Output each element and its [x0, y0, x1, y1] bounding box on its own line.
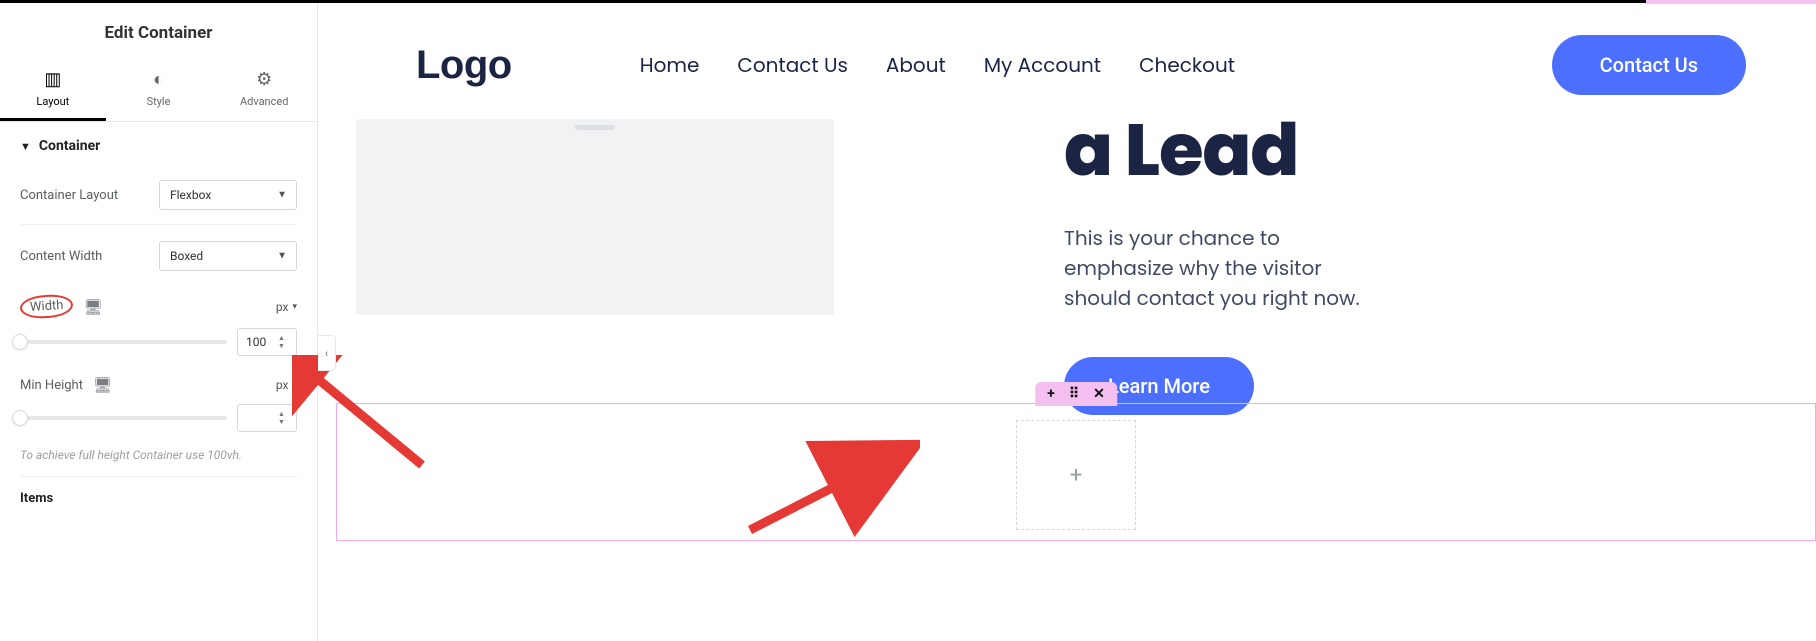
- width-value: 100: [246, 335, 266, 349]
- min-height-slider[interactable]: [20, 416, 227, 420]
- container-section: ▼ Container Container Layout Flexbox ▼ C…: [0, 122, 317, 522]
- close-section-button[interactable]: ✕: [1093, 386, 1105, 402]
- tab-advanced[interactable]: ⚙ Advanced: [211, 59, 317, 121]
- min-height-unit: px: [276, 378, 289, 392]
- min-height-slider-wrap: ▲▼: [20, 404, 297, 432]
- selected-container[interactable]: + ⠿ ✕ +: [336, 403, 1816, 541]
- chevron-down-icon: ▼: [277, 251, 287, 262]
- hero-text-block: a Lead This is your chance to emphasize …: [1064, 115, 1746, 415]
- hero-heading[interactable]: a Lead: [1064, 115, 1746, 187]
- min-height-label: Min Height: [20, 378, 83, 393]
- chevron-down-icon: ▾: [292, 380, 297, 390]
- container-layout-select[interactable]: Flexbox ▼: [159, 180, 297, 210]
- style-icon: ◐: [153, 71, 164, 89]
- min-height-hint: To achieve full height Container use 100…: [20, 442, 297, 476]
- min-height-stepper[interactable]: ▲▼: [278, 407, 293, 429]
- container-layout-value: Flexbox: [170, 188, 211, 202]
- items-section-title: Items: [20, 476, 297, 506]
- caret-down-icon: ▼: [20, 140, 31, 153]
- tab-advanced-label: Advanced: [240, 95, 288, 108]
- width-unit-select[interactable]: px ▾: [276, 300, 297, 314]
- width-unit: px: [276, 300, 289, 314]
- min-height-unit-select[interactable]: px ▾: [276, 378, 297, 392]
- container-layout-row: Container Layout Flexbox ▼: [20, 172, 297, 225]
- site-header: Logo Home Contact Us About My Account Ch…: [336, 3, 1816, 115]
- width-row: Width 🖥 px ▾: [20, 285, 297, 318]
- site-logo[interactable]: Logo: [416, 43, 512, 88]
- container-layout-label: Container Layout: [20, 188, 118, 203]
- editor-sidebar: Edit Container ▥ Layout ◐ Style ⚙ Advanc…: [0, 3, 318, 641]
- hero-row: a Lead This is your chance to emphasize …: [336, 115, 1816, 415]
- tab-style-label: Style: [147, 95, 171, 108]
- tab-layout-label: Layout: [36, 95, 69, 108]
- width-label: Width: [19, 293, 74, 320]
- nav-item-checkout[interactable]: Checkout: [1139, 50, 1235, 80]
- add-widget-dropzone[interactable]: +: [1016, 420, 1136, 530]
- width-stepper[interactable]: ▲▼: [278, 331, 293, 353]
- panel-tabs: ▥ Layout ◐ Style ⚙ Advanced: [0, 59, 317, 122]
- header-cta-button[interactable]: Contact Us: [1552, 35, 1746, 95]
- site-nav: Home Contact Us About My Account Checkou…: [640, 50, 1235, 80]
- nav-item-about[interactable]: About: [886, 50, 946, 80]
- width-slider-thumb[interactable]: [12, 334, 28, 350]
- width-input[interactable]: 100 ▲▼: [237, 328, 297, 356]
- tab-style[interactable]: ◐ Style: [106, 59, 212, 121]
- width-slider[interactable]: [20, 340, 227, 344]
- content-width-label: Content Width: [20, 249, 102, 264]
- panel-title: Edit Container: [0, 3, 317, 59]
- content-width-value: Boxed: [170, 249, 203, 263]
- sidebar-collapse-toggle[interactable]: ‹: [318, 335, 336, 371]
- container-section-title: Container: [39, 138, 100, 154]
- min-height-input[interactable]: ▲▼: [237, 404, 297, 432]
- min-height-row: Min Height 🖥 px ▾: [20, 366, 297, 394]
- container-handle: + ⠿ ✕: [1035, 382, 1117, 406]
- drag-handle-icon[interactable]: ⠿: [1069, 386, 1079, 402]
- desktop-icon[interactable]: 🖥: [83, 298, 102, 316]
- nav-item-home[interactable]: Home: [640, 50, 700, 80]
- plus-icon: +: [1070, 463, 1082, 488]
- content-width-select[interactable]: Boxed ▼: [159, 241, 297, 271]
- width-slider-wrap: 100 ▲▼: [20, 328, 297, 356]
- preview-canvas: Logo Home Contact Us About My Account Ch…: [336, 3, 1816, 641]
- content-width-row: Content Width Boxed ▼: [20, 233, 297, 285]
- container-section-toggle[interactable]: ▼ Container: [20, 138, 297, 154]
- layout-icon: ▥: [44, 71, 61, 89]
- hero-subtitle[interactable]: This is your chance to emphasize why the…: [1064, 223, 1364, 313]
- gear-icon: ⚙: [256, 71, 272, 89]
- desktop-icon[interactable]: 🖥: [93, 376, 112, 394]
- tab-layout[interactable]: ▥ Layout: [0, 59, 106, 121]
- chevron-down-icon: ▾: [292, 302, 297, 312]
- nav-item-account[interactable]: My Account: [984, 50, 1101, 80]
- image-placeholder[interactable]: [356, 119, 834, 315]
- nav-item-contact[interactable]: Contact Us: [737, 50, 848, 80]
- min-height-slider-thumb[interactable]: [12, 410, 28, 426]
- chevron-down-icon: ▼: [277, 190, 287, 201]
- add-section-button[interactable]: +: [1047, 386, 1055, 402]
